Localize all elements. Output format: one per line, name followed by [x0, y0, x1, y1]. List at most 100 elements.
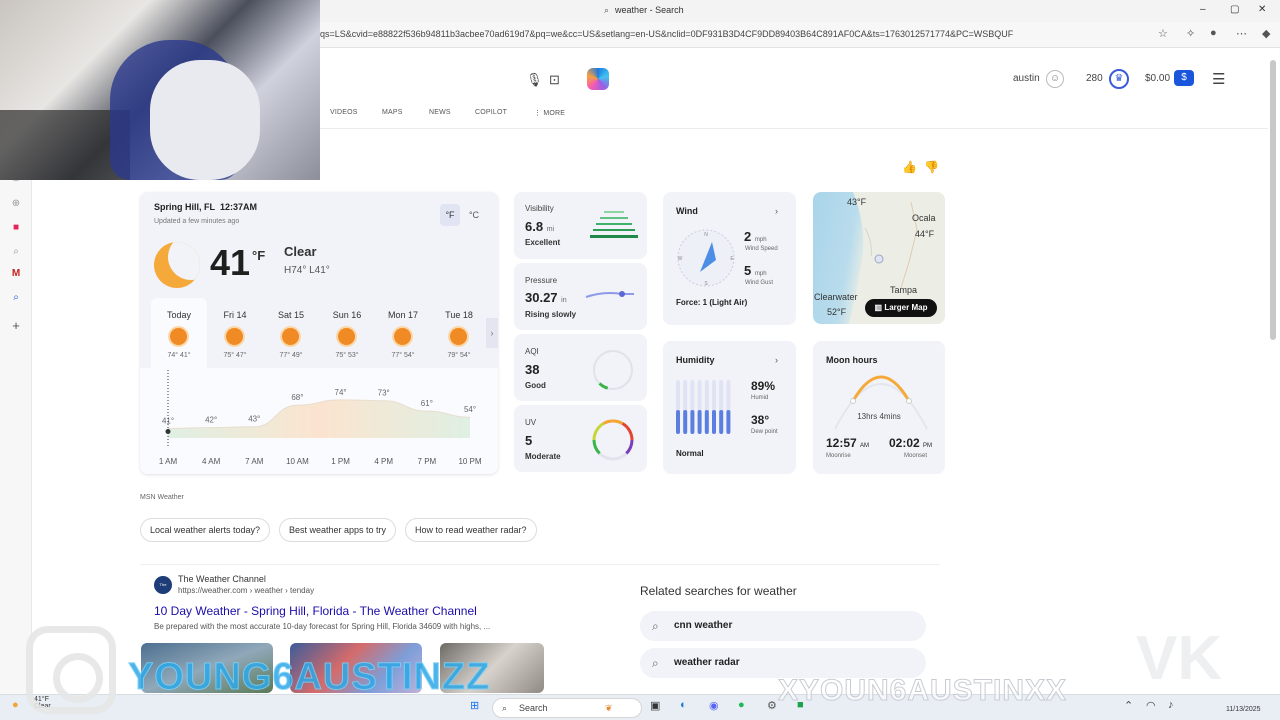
day-name: Sat 15 [277, 310, 305, 320]
humidity-card[interactable]: Humidity › 89% Humid 38° Dew point Norma… [663, 341, 796, 474]
sidebar-globe-icon[interactable]: ⊕ [10, 198, 22, 209]
aqi-card[interactable]: AQI 38 Good [514, 334, 647, 401]
favorites-icon[interactable]: ✧ [1186, 27, 1195, 40]
wind-gust-label: Wind Gust [745, 280, 774, 286]
star-icon[interactable]: ☆ [1158, 27, 1168, 40]
chevron-up-icon[interactable]: ⌃ [1124, 699, 1133, 712]
page-scrollbar[interactable] [1270, 60, 1276, 340]
humidity-desc: Normal [676, 449, 704, 458]
sidebar-media-icon[interactable]: ■ [10, 222, 22, 233]
pressure-value: 30.27 in [525, 290, 567, 305]
related-search-item[interactable]: ⌕ cnn weather [640, 611, 926, 641]
maximize-button[interactable]: ▢ [1230, 4, 1239, 15]
temperature-unit: °F [252, 248, 266, 263]
close-button[interactable]: ✕ [1258, 4, 1266, 15]
day-range: 75° 47° [223, 352, 247, 359]
tab-more[interactable]: ⋮ MORE [534, 109, 565, 117]
minimize-button[interactable]: – [1200, 4, 1206, 15]
day-forecast[interactable]: Fri 14 75° 47° [207, 298, 263, 368]
moon-hours-card[interactable]: Moon hours 13hrs 4mins 12:57 AM Moonrise… [813, 341, 945, 474]
task-view-icon[interactable]: ▣ [650, 699, 660, 712]
related-search-text: cnn weather [674, 620, 733, 631]
profile-icon[interactable]: ● [1210, 27, 1217, 39]
sidebar-bing-icon[interactable]: ⌕ [10, 292, 22, 303]
moonset-value: 02:02 [889, 436, 920, 450]
hourly-time-label: 7 PM [418, 457, 437, 466]
taskbar-weather-icon[interactable]: ● [12, 699, 19, 711]
spotify-icon[interactable]: ● [738, 699, 745, 711]
pressure-number: 30.27 [525, 290, 558, 305]
humidity-bar-fill [690, 409, 695, 434]
discord-icon[interactable]: ◉ [709, 699, 719, 712]
search-highlight-icon: ❦ [605, 703, 613, 713]
tab-news[interactable]: NEWS [429, 109, 451, 116]
unit-fahrenheit-toggle[interactable]: °F [440, 204, 460, 226]
wind-compass: N E S W [677, 229, 735, 287]
map-temp-clearwater: 52°F [827, 307, 847, 317]
result-url[interactable]: https://weather.com › weather › tenday [178, 586, 314, 595]
search-icon: ⌕ [652, 656, 659, 670]
humidity-bar-fill [704, 409, 709, 434]
day-forecast[interactable]: Sat 15 77° 49° [263, 298, 319, 368]
tab-videos[interactable]: VIDEOS [330, 109, 358, 116]
day-forecast[interactable]: Today 74° 41° [151, 298, 207, 368]
wifi-icon[interactable]: ◠ [1146, 699, 1156, 712]
sidebar-add-icon[interactable]: + [10, 318, 22, 333]
result-title-link[interactable]: 10 Day Weather - Spring Hill, Florida - … [154, 604, 477, 618]
map-temp-ocala: 44°F [915, 229, 935, 239]
humidity-bar-fill [683, 409, 688, 434]
user-name[interactable]: austin [1013, 73, 1040, 84]
weather-source[interactable]: MSN Weather [140, 494, 184, 501]
visual-search-icon[interactable]: ⊡ [549, 72, 560, 88]
thumbs-up-icon[interactable]: 👍 [902, 160, 917, 174]
visibility-card[interactable]: Visibility 6.8 mi Excellent [514, 192, 647, 259]
related-search-text: weather radar [674, 657, 740, 668]
wallet-icon[interactable]: $ [1174, 70, 1194, 86]
hamburger-menu-icon[interactable]: ☰ [1212, 70, 1225, 88]
chevron-right-icon[interactable]: › [775, 355, 778, 365]
url-text[interactable]: qs=LS&cvid=e88822f536b94811b3acbee70ad61… [320, 29, 1140, 39]
taskbar-date-text: 11/13/2025 [1226, 706, 1261, 713]
mic-tray-icon[interactable]: ♪ [1168, 699, 1174, 711]
uv-card[interactable]: UV 5 Moderate [514, 405, 647, 472]
rewards-trophy-icon[interactable]: ♛ [1109, 69, 1129, 89]
search-icon: ⌕ [604, 5, 610, 15]
suggestion-chip[interactable]: How to read weather radar? [405, 518, 537, 542]
result-site-name[interactable]: The Weather Channel [178, 574, 266, 584]
user-avatar-icon[interactable]: ☺ [1046, 70, 1064, 88]
moonset-time: 02:02 PM [889, 436, 932, 450]
day-forecast[interactable]: Tue 18 79° 54° [431, 298, 487, 368]
taskbar-search[interactable]: ⌕ Search ❦ [492, 698, 642, 718]
larger-map-button[interactable]: ▥ Larger Map [865, 299, 937, 317]
suggestion-chip[interactable]: Best weather apps to try [279, 518, 397, 542]
day-forecast[interactable]: Mon 17 77° 54° [375, 298, 431, 368]
wallet-amount[interactable]: $0.00 [1145, 73, 1170, 84]
settings-gear-icon[interactable]: ⚙ [767, 699, 777, 712]
copilot-sidebar-icon[interactable]: ◆ [1262, 27, 1270, 40]
humidity-bar-fill [719, 409, 724, 434]
unit-celsius-toggle[interactable]: °C [466, 204, 482, 226]
windows-start-icon[interactable]: ⊞ [470, 699, 479, 712]
suggestion-chip[interactable]: Local weather alerts today? [140, 518, 271, 542]
rewards-points[interactable]: 280 [1086, 73, 1103, 84]
pressure-card[interactable]: Pressure 30.27 in Rising slowly [514, 263, 647, 330]
tab-maps[interactable]: MAPS [382, 109, 403, 116]
search-icon: ⌕ [502, 703, 508, 713]
copilot-icon[interactable] [587, 68, 609, 90]
day-forecast[interactable]: Sun 16 75° 53° [319, 298, 375, 368]
hourly-time-label: 1 AM [159, 457, 178, 466]
taskbar-date[interactable]: 11/13/2025 [1226, 698, 1261, 713]
sidebar-gmail-icon[interactable]: M [10, 268, 22, 279]
dew-point-value: 38° [751, 413, 770, 427]
wind-card[interactable]: Wind › N E S W 2 mph Wind Speed 5 mph Wi… [663, 192, 796, 325]
tab-copilot[interactable]: COPILOT [475, 109, 507, 116]
chevron-right-icon[interactable]: › [775, 206, 778, 216]
edge-icon[interactable]: ◐ [680, 699, 687, 711]
hourly-temp-label: 43° [248, 415, 260, 424]
chevron-right-icon[interactable]: › [486, 318, 498, 348]
sidebar-search-icon[interactable]: ⌕ [10, 246, 22, 257]
more-icon[interactable]: ⋯ [1236, 27, 1247, 40]
thumbs-down-icon[interactable]: 👎 [924, 160, 939, 174]
microphone-icon[interactable]: 🎙 [526, 72, 543, 88]
weather-map[interactable]: 43°F Ocala 44°F Tampa Clearwater 52°F ▥ … [813, 192, 945, 324]
